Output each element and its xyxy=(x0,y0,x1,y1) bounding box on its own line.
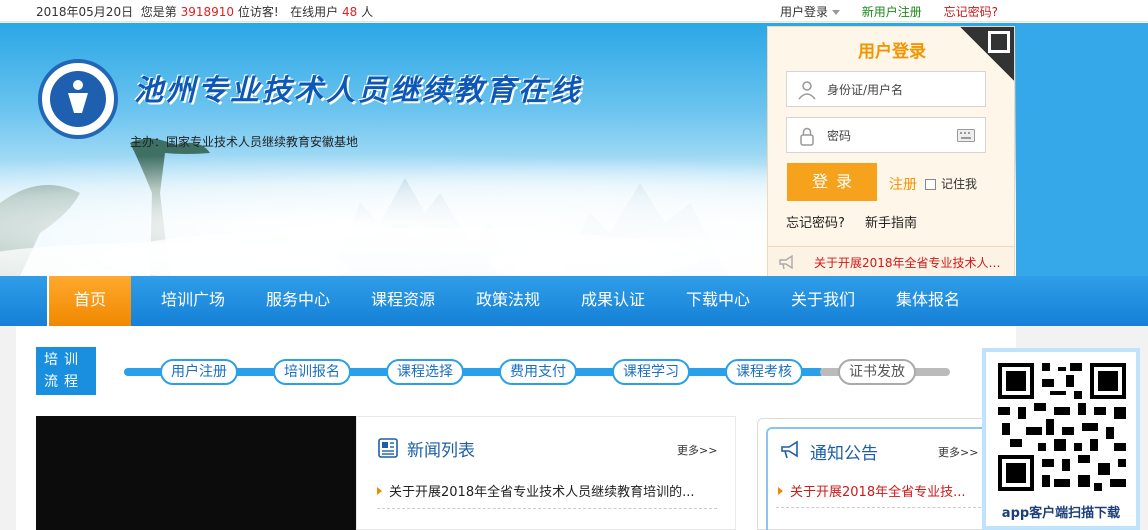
news-icon xyxy=(378,438,398,458)
qr-code-image xyxy=(994,359,1130,495)
news-panel: 新闻列表 更多>> 关于开展2018年全省专业技术人员继续教育培训的... xyxy=(356,416,736,530)
nav-item-training-square[interactable]: 培训广场 xyxy=(148,276,238,326)
login-button[interactable]: 登录 xyxy=(787,163,877,201)
news-item[interactable]: 关于开展2018年全省专业技术人员继续教育培训的... xyxy=(377,481,717,500)
site-logo[interactable] xyxy=(38,59,118,139)
password-input[interactable] xyxy=(827,126,947,146)
ticker-text[interactable]: 关于开展2018年全省专业技术人员... xyxy=(814,254,1006,271)
notice-more-link[interactable]: 更多>> xyxy=(938,444,978,460)
nav-item-downloads[interactable]: 下载中心 xyxy=(673,276,763,326)
current-date: 2018年05月20日 xyxy=(36,5,134,19)
top-links: 用户登录 新用户注册 忘记密码? xyxy=(744,3,998,20)
visitor-count: 3918910 xyxy=(180,5,235,19)
remember-label: 记住我 xyxy=(941,177,978,191)
person-logo-icon xyxy=(68,80,88,113)
notice-megaphone-icon xyxy=(781,440,798,459)
nav-item-course-resources[interactable]: 课程资源 xyxy=(358,276,448,326)
flow-step-exam[interactable]: 课程考核 xyxy=(725,359,803,385)
top-forgot-password-link[interactable]: 忘记密码? xyxy=(944,5,998,19)
notice-item[interactable]: 关于开展2018年全省专业技... xyxy=(776,481,981,500)
user-login-menu[interactable]: 用户登录 xyxy=(762,5,840,19)
password-field-box xyxy=(786,117,986,153)
flow-step-study[interactable]: 课程学习 xyxy=(612,359,690,385)
top-info-bar: 2018年05月20日 您是第 3918910 位访客! 在线用户 48 人 用… xyxy=(0,0,1148,22)
flow-step-register[interactable]: 用户注册 xyxy=(160,359,238,385)
banner-right-strip xyxy=(1016,23,1148,276)
flow-step-payment[interactable]: 费用支付 xyxy=(499,359,577,385)
online-prefix: 在线用户 xyxy=(290,5,339,19)
nav-item-service-center[interactable]: 服务中心 xyxy=(253,276,343,326)
username-field-box xyxy=(786,71,986,107)
beginner-guide-link[interactable]: 新手指南 xyxy=(865,216,917,231)
keyboard-icon[interactable] xyxy=(957,129,975,142)
user-icon xyxy=(798,81,816,100)
visitor-info: 2018年05月20日 您是第 3918910 位访客! 在线用户 48 人 xyxy=(36,3,373,20)
flow-step-course-select[interactable]: 课程选择 xyxy=(386,359,464,385)
top-register-link[interactable]: 新用户注册 xyxy=(862,5,922,19)
login-panel: 用户登录 登录 注册 记住我 忘记密码? 新手指南 关于开展2018年全省专业技… xyxy=(767,26,1015,276)
training-flow-tag: 培训 流程 xyxy=(36,347,96,395)
chevron-down-icon xyxy=(831,10,840,15)
notice-panel: 通知公告 更多>> 关于开展2018年全省专业技... xyxy=(757,418,997,530)
video-player[interactable] xyxy=(36,416,356,530)
main-nav: 首页 培训广场 服务中心 课程资源 政策法规 成果认证 下载中心 关于我们 集体… xyxy=(0,276,1148,326)
announcement-ticker: 关于开展2018年全省专业技术人员... xyxy=(768,246,1014,276)
online-count: 48 xyxy=(341,5,358,19)
login-help-links: 忘记密码? 新手指南 xyxy=(786,212,917,231)
notice-inner: 通知公告 更多>> 关于开展2018年全省专业技... xyxy=(766,427,990,530)
visitor-suffix: 位访客! xyxy=(237,5,279,19)
divider xyxy=(776,507,981,508)
flow-step-enroll[interactable]: 培训报名 xyxy=(273,359,351,385)
notice-title: 通知公告 xyxy=(810,444,878,464)
flow-tag-line2: 流程 xyxy=(44,374,84,390)
remember-me[interactable]: 记住我 xyxy=(925,175,977,192)
app-download-qr[interactable]: app客户端扫描下载 xyxy=(982,348,1140,530)
nav-item-group-signup[interactable]: 集体报名 xyxy=(883,276,973,326)
flow-tag-line1: 培训 xyxy=(44,352,84,368)
nav-item-certification[interactable]: 成果认证 xyxy=(568,276,658,326)
username-input[interactable] xyxy=(827,80,947,100)
flow-step-certificate[interactable]: 证书发放 xyxy=(838,359,916,385)
lock-icon xyxy=(800,127,814,146)
sponsor-text: 主办：国家专业技术人员继续教育安徽基地 xyxy=(130,135,359,149)
nav-item-about-us[interactable]: 关于我们 xyxy=(778,276,868,326)
news-more-link[interactable]: 更多>> xyxy=(677,442,717,458)
remember-checkbox[interactable] xyxy=(925,179,936,190)
visitor-prefix: 您是第 xyxy=(140,5,177,19)
nav-item-home[interactable]: 首页 xyxy=(47,276,131,326)
news-title: 新闻列表 xyxy=(407,441,475,461)
site-title: 池州专业技术人员继续教育在线 xyxy=(134,73,583,107)
login-title: 用户登录 xyxy=(858,42,926,62)
register-link[interactable]: 注册 xyxy=(889,174,917,194)
nav-item-policies[interactable]: 政策法规 xyxy=(463,276,553,326)
online-suffix: 人 xyxy=(361,5,374,19)
app-download-caption: app客户端扫描下载 xyxy=(1001,506,1121,521)
divider xyxy=(377,508,717,509)
forgot-password-link[interactable]: 忘记密码? xyxy=(786,216,845,231)
user-login-label: 用户登录 xyxy=(779,5,828,19)
megaphone-icon xyxy=(779,254,793,270)
